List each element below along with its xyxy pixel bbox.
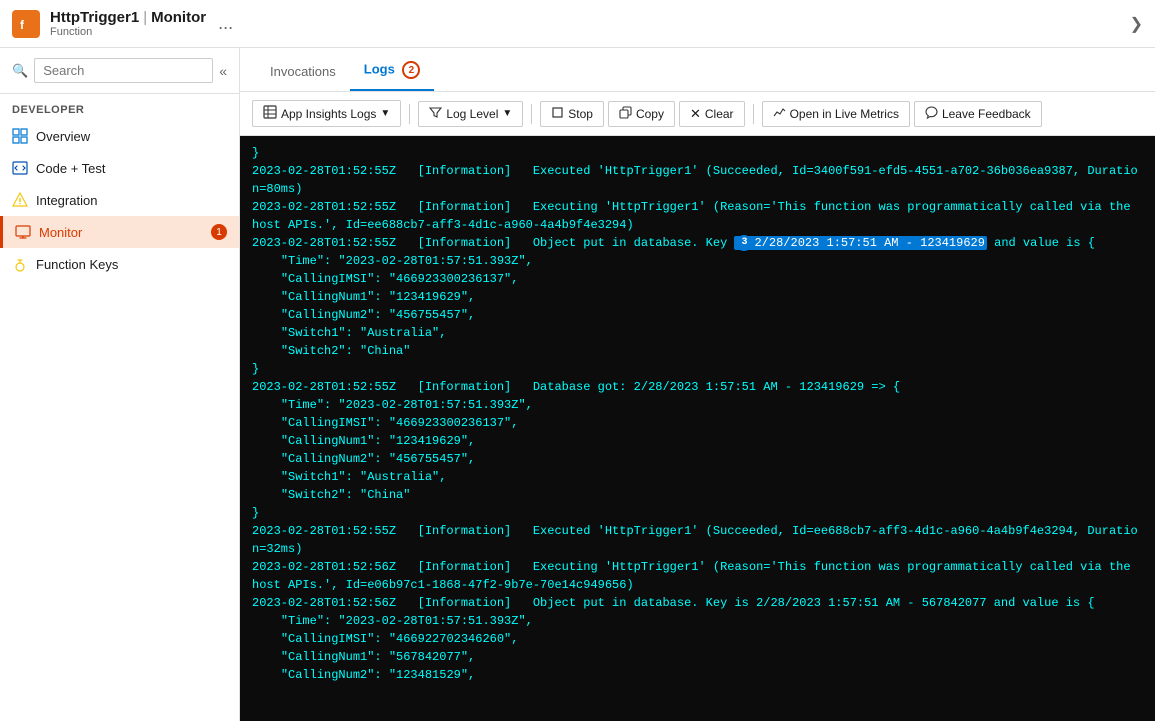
sidebar-item-code-test-label: Code + Test bbox=[36, 161, 106, 176]
log-line: } bbox=[252, 144, 1143, 162]
logs-tab-badge: 2 bbox=[402, 61, 420, 79]
toolbar-divider-1 bbox=[409, 104, 410, 124]
sidebar-item-integration[interactable]: Integration bbox=[0, 184, 239, 216]
log-level-button[interactable]: Log Level ▼ bbox=[418, 101, 523, 127]
header-dots[interactable]: ... bbox=[218, 13, 233, 34]
step-3-badge: 3 bbox=[736, 235, 752, 251]
collapse-sidebar-button[interactable]: « bbox=[219, 63, 227, 79]
log-json-line: "CallingNum1": "123419629", bbox=[252, 288, 1143, 306]
tab-invocations[interactable]: Invocations bbox=[256, 54, 350, 91]
tabs-bar: Invocations Logs 2 bbox=[240, 48, 1155, 92]
sidebar-item-monitor-label: Monitor bbox=[39, 225, 82, 240]
log-line: 2023-02-28T01:52:55Z [Information] Execu… bbox=[252, 522, 1143, 558]
search-icon: 🔍 bbox=[12, 63, 28, 79]
log-line: 2023-02-28T01:52:55Z [Information] Objec… bbox=[252, 234, 1143, 252]
log-level-label: Log Level bbox=[446, 107, 498, 121]
stop-button[interactable]: Stop bbox=[540, 101, 604, 127]
header-function-name: HttpTrigger1 bbox=[50, 9, 139, 26]
header-title-group: HttpTrigger1 | Monitor Function bbox=[50, 9, 206, 38]
copy-icon bbox=[619, 106, 632, 122]
log-json-line: "CallingNum1": "123419629", bbox=[252, 432, 1143, 450]
log-json-line: "Switch2": "China" bbox=[252, 486, 1143, 504]
log-json-line: "CallingIMSI": "466923300236137", bbox=[252, 414, 1143, 432]
toolbar: App Insights Logs ▼ Log Level ▼ Stop bbox=[240, 92, 1155, 136]
sidebar-item-function-keys-label: Function Keys bbox=[36, 257, 118, 272]
header-bar: f HttpTrigger1 | Monitor Function ... ❯ bbox=[0, 0, 1155, 48]
log-json-line: "Time": "2023-02-28T01:57:51.393Z", bbox=[252, 396, 1143, 414]
log-json-line: "CallingNum1": "567842077", bbox=[252, 648, 1143, 666]
log-line: 2023-02-28T01:52:55Z [Information] Execu… bbox=[252, 162, 1143, 198]
stop-icon bbox=[551, 106, 564, 122]
log-json-line: "CallingNum2": "123481529", bbox=[252, 666, 1143, 684]
chart-icon bbox=[773, 106, 786, 122]
content-area: Invocations Logs 2 App Insights Logs ▼ bbox=[240, 48, 1155, 721]
integration-icon bbox=[12, 192, 28, 208]
log-json-line: "Time": "2023-02-28T01:57:51.393Z", bbox=[252, 612, 1143, 630]
log-level-dropdown-icon: ▼ bbox=[502, 108, 512, 119]
log-line: 2023-02-28T01:52:56Z [Information] Execu… bbox=[252, 558, 1143, 594]
sidebar-item-monitor[interactable]: Monitor 1 bbox=[0, 216, 239, 248]
filter-icon bbox=[429, 106, 442, 122]
log-json-line: "CallingNum2": "456755457", bbox=[252, 306, 1143, 324]
tab-logs[interactable]: Logs 2 bbox=[350, 51, 435, 91]
function-keys-icon bbox=[12, 256, 28, 272]
sidebar-item-overview[interactable]: Overview bbox=[0, 120, 239, 152]
table-icon bbox=[263, 105, 277, 122]
log-line: 2023-02-28T01:52:55Z [Information] Execu… bbox=[252, 198, 1143, 234]
main-layout: 🔍 « Developer Overview Code + Test Integ… bbox=[0, 48, 1155, 721]
log-json-line: "CallingIMSI": "466923300236137", bbox=[252, 270, 1143, 288]
open-live-metrics-button[interactable]: Open in Live Metrics bbox=[762, 101, 910, 127]
app-insights-dropdown-icon: ▼ bbox=[380, 108, 390, 119]
header-subtitle: Function bbox=[50, 26, 206, 38]
header-page: Monitor bbox=[151, 9, 206, 26]
sidebar-search-wrap: 🔍 « bbox=[0, 48, 239, 94]
function-app-icon: f bbox=[12, 10, 40, 38]
log-output[interactable]: }2023-02-28T01:52:55Z [Information] Exec… bbox=[240, 136, 1155, 721]
toolbar-divider-3 bbox=[753, 104, 754, 124]
clear-icon: ✕ bbox=[690, 106, 701, 122]
monitor-icon bbox=[15, 224, 31, 240]
log-json-line: "Switch1": "Australia", bbox=[252, 324, 1143, 342]
sidebar-item-overview-label: Overview bbox=[36, 129, 90, 144]
leave-feedback-button[interactable]: Leave Feedback bbox=[914, 101, 1042, 127]
feedback-icon bbox=[925, 106, 938, 122]
sidebar-section-label: Developer bbox=[0, 94, 239, 120]
log-json-line: "Time": "2023-02-28T01:57:51.393Z", bbox=[252, 252, 1143, 270]
monitor-badge: 1 bbox=[211, 224, 227, 240]
sidebar-item-function-keys[interactable]: Function Keys bbox=[0, 248, 239, 280]
copy-button[interactable]: Copy bbox=[608, 101, 675, 127]
log-line: } bbox=[252, 360, 1143, 378]
header-expand[interactable]: ❯ bbox=[1130, 14, 1143, 34]
toolbar-divider-2 bbox=[531, 104, 532, 124]
sidebar-item-integration-label: Integration bbox=[36, 193, 97, 208]
log-json-line: "Switch2": "China" bbox=[252, 342, 1143, 360]
log-json-line: "CallingIMSI": "466922702346260", bbox=[252, 630, 1143, 648]
search-input[interactable] bbox=[34, 58, 213, 83]
log-line: 2023-02-28T01:52:56Z [Information] Objec… bbox=[252, 594, 1143, 612]
sidebar: 🔍 « Developer Overview Code + Test Integ… bbox=[0, 48, 240, 721]
header-separator: | bbox=[143, 9, 147, 26]
clear-button[interactable]: ✕ Clear bbox=[679, 101, 745, 127]
overview-icon bbox=[12, 128, 28, 144]
app-insights-logs-button[interactable]: App Insights Logs ▼ bbox=[252, 100, 401, 127]
sidebar-item-code-test[interactable]: Code + Test bbox=[0, 152, 239, 184]
log-line: 2023-02-28T01:52:55Z [Information] Datab… bbox=[252, 378, 1143, 396]
log-json-line: "Switch1": "Australia", bbox=[252, 468, 1143, 486]
log-line: } bbox=[252, 504, 1143, 522]
app-insights-logs-label: App Insights Logs bbox=[281, 107, 376, 121]
log-json-line: "CallingNum2": "456755457", bbox=[252, 450, 1143, 468]
code-icon bbox=[12, 160, 28, 176]
